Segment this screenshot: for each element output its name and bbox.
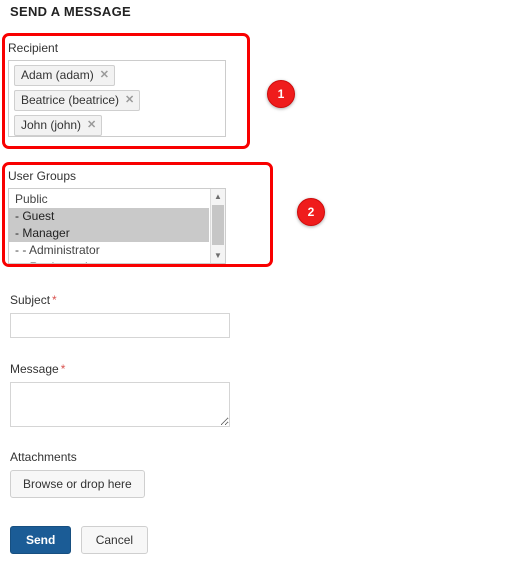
chevron-down-icon[interactable]: ▼: [211, 248, 225, 263]
close-icon[interactable]: ✕: [100, 68, 109, 82]
recipient-tag[interactable]: Adam (adam) ✕: [14, 65, 115, 86]
attachments-field-group: Attachments Browse or drop here: [10, 450, 145, 498]
message-textarea[interactable]: [10, 382, 230, 427]
user-groups-label: User Groups: [8, 169, 77, 183]
recipient-input[interactable]: Adam (adam) ✕ Beatrice (beatrice) ✕ John…: [8, 60, 226, 137]
annotation-badge: 1: [267, 80, 295, 108]
user-groups-field-group: User Groups Public - Guest - Manager - -…: [8, 169, 240, 264]
subject-label-text: Subject: [10, 293, 51, 307]
recipient-tag-label: John (john): [21, 118, 82, 132]
list-item[interactable]: - - Registered: [9, 259, 209, 263]
list-item[interactable]: Public: [9, 191, 209, 208]
close-icon[interactable]: ✕: [125, 93, 134, 107]
cancel-button[interactable]: Cancel: [80, 526, 149, 554]
page-title: SEND A MESSAGE: [10, 4, 131, 19]
subject-field-group: Subject *: [10, 293, 240, 338]
send-button[interactable]: Send: [10, 526, 72, 554]
required-marker: *: [52, 293, 57, 307]
recipient-tag-row: John (john) ✕: [14, 115, 220, 140]
message-label: Message *: [10, 362, 240, 376]
list-item[interactable]: - - Administrator: [9, 242, 209, 259]
recipient-tag-label: Beatrice (beatrice): [21, 93, 120, 107]
message-field-group: Message *: [10, 362, 240, 427]
attachments-label: Attachments: [10, 450, 77, 464]
list-item[interactable]: - Manager: [9, 225, 209, 242]
subject-input[interactable]: [10, 313, 230, 338]
subject-label: Subject *: [10, 293, 240, 307]
recipient-label: Recipient: [8, 41, 59, 55]
browse-or-drop-button[interactable]: Browse or drop here: [10, 470, 145, 498]
close-icon[interactable]: ✕: [87, 118, 96, 132]
scrollbar-thumb[interactable]: [212, 205, 224, 245]
annotation-badge: 2: [297, 198, 325, 226]
recipient-tag[interactable]: John (john) ✕: [14, 115, 103, 136]
message-label-text: Message: [10, 362, 59, 376]
recipient-tag-row: Beatrice (beatrice) ✕: [14, 90, 220, 115]
recipient-tag[interactable]: Beatrice (beatrice) ✕: [14, 90, 141, 111]
scrollbar-vertical[interactable]: ▲ ▼: [210, 189, 225, 263]
user-groups-listbox[interactable]: Public - Guest - Manager - - Administrat…: [8, 188, 226, 264]
recipient-field-group: Recipient Adam (adam) ✕ Beatrice (beatri…: [8, 41, 240, 137]
recipient-tag-label: Adam (adam): [21, 68, 94, 82]
list-item[interactable]: - Guest: [9, 208, 209, 225]
chevron-up-icon[interactable]: ▲: [211, 189, 225, 204]
user-groups-option-list: Public - Guest - Manager - - Administrat…: [9, 189, 209, 263]
required-marker: *: [60, 362, 66, 376]
recipient-tag-row: Adam (adam) ✕: [14, 65, 220, 90]
form-actions: Send Cancel: [10, 526, 149, 554]
